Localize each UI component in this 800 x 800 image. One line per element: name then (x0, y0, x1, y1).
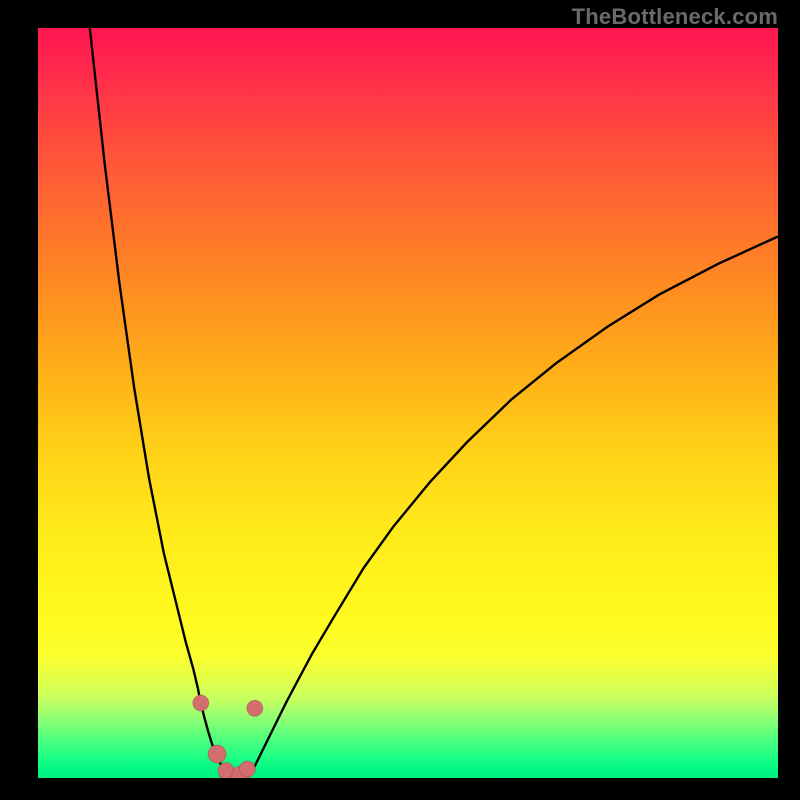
marker-group (193, 695, 263, 778)
right-branch-curve (247, 237, 778, 777)
marker-dot (193, 695, 209, 711)
chart-svg (38, 28, 778, 778)
plot-area (38, 28, 778, 778)
marker-dot (208, 745, 226, 763)
left-branch-curve (90, 28, 229, 777)
chart-frame: TheBottleneck.com (0, 0, 800, 800)
watermark-text: TheBottleneck.com (572, 4, 778, 30)
marker-dot (247, 700, 263, 716)
marker-dot (239, 761, 255, 777)
